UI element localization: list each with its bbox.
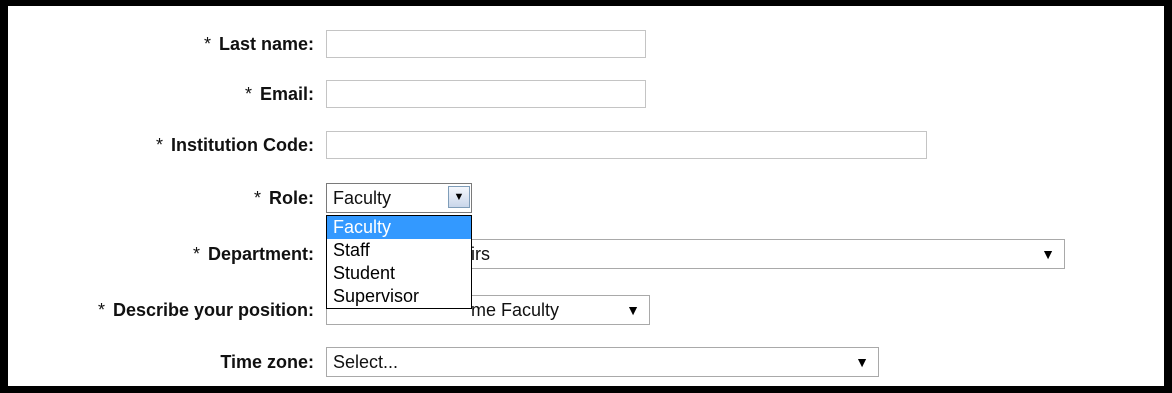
department-selected-value: irs bbox=[471, 244, 490, 264]
department-row: * Department: irs ▼ bbox=[8, 237, 1164, 271]
role-select[interactable]: Faculty ▼ bbox=[326, 183, 472, 213]
chevron-down-icon[interactable]: ▼ bbox=[448, 186, 470, 208]
role-row: * Role: Faculty ▼ bbox=[8, 181, 1164, 215]
role-option-faculty[interactable]: Faculty bbox=[327, 216, 471, 239]
required-marker: * bbox=[244, 84, 252, 104]
position-selected-value: me Faculty bbox=[471, 300, 560, 320]
position-row: * Describe your position: me Faculty ▼ bbox=[8, 293, 1164, 327]
required-marker: * bbox=[253, 188, 261, 208]
role-option-student[interactable]: Student bbox=[327, 262, 471, 285]
department-label: * Department: bbox=[192, 244, 314, 264]
form-panel: * Last name: * Email: * Institution Code: *… bbox=[0, 0, 1172, 393]
email-input[interactable] bbox=[326, 80, 646, 108]
chevron-down-icon[interactable]: ▼ bbox=[1036, 240, 1060, 268]
required-marker: * bbox=[97, 300, 105, 320]
email-row: * Email: bbox=[8, 77, 1164, 111]
required-marker: * bbox=[203, 34, 211, 54]
institution-code-row: * Institution Code: bbox=[8, 128, 1164, 162]
time-zone-label: Time zone: bbox=[220, 352, 314, 372]
role-selected-value: Faculty bbox=[333, 188, 392, 208]
last-name-label: * Last name: bbox=[203, 34, 314, 54]
role-option-staff[interactable]: Staff bbox=[327, 239, 471, 262]
time-zone-selected-value: Select... bbox=[333, 352, 399, 372]
role-label: * Role: bbox=[253, 188, 314, 208]
role-option-supervisor[interactable]: Supervisor bbox=[327, 285, 471, 308]
institution-code-label: * Institution Code: bbox=[156, 135, 314, 155]
chevron-down-icon[interactable]: ▼ bbox=[621, 296, 645, 324]
institution-code-input[interactable] bbox=[326, 131, 927, 159]
email-label: * Email: bbox=[244, 84, 314, 104]
position-label: * Describe your position: bbox=[97, 300, 314, 320]
required-marker: * bbox=[192, 244, 200, 264]
required-marker: * bbox=[156, 135, 164, 155]
role-dropdown-list: Faculty Staff Student Supervisor bbox=[326, 215, 472, 309]
time-zone-select[interactable]: Select... ▼ bbox=[326, 347, 879, 377]
last-name-row: * Last name: bbox=[8, 27, 1164, 61]
chevron-down-icon[interactable]: ▼ bbox=[850, 348, 874, 376]
time-zone-row: Time zone: Select... ▼ bbox=[8, 345, 1164, 379]
last-name-input[interactable] bbox=[326, 30, 646, 58]
